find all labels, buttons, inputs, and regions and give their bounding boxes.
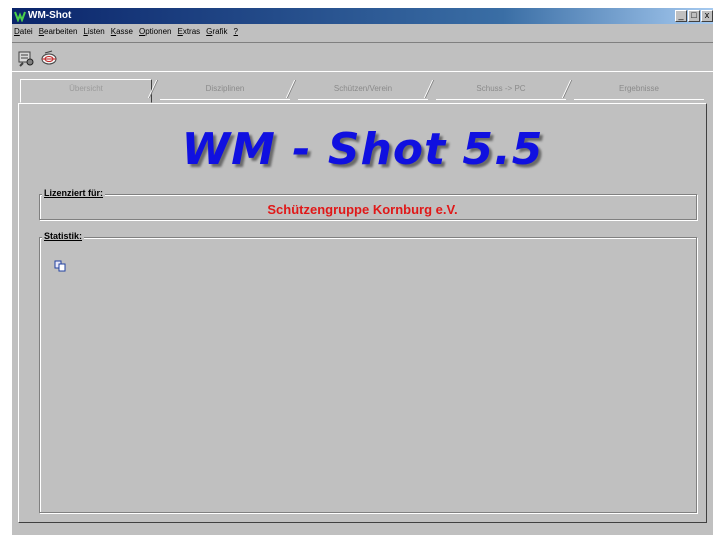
menu-extras[interactable]: Extras [177,24,200,39]
menu-datei[interactable]: Datei [14,24,33,39]
tab-schuetzen-verein[interactable]: Schützen/Verein [298,80,428,100]
menu-kasse[interactable]: Kasse [111,24,133,39]
menu-optionen[interactable]: Optionen [139,24,171,39]
tab-schuss-pc[interactable]: Schuss -> PC [436,80,566,100]
tab-uebersicht[interactable]: Übersicht [20,79,152,103]
menu-bar: Datei Bearbeiten Listen Kasse Optionen E… [12,24,713,39]
minimize-button[interactable]: _ [675,10,687,22]
app-logo-icon [14,11,26,22]
menu-bearbeiten[interactable]: Bearbeiten [39,24,78,39]
target-button[interactable] [39,48,59,68]
tool-settings-button[interactable] [16,48,36,68]
statistics-group [39,237,697,513]
target-icon [41,50,57,65]
licensee-name: Schützengruppe Kornburg e.V. [267,202,458,217]
copy-icon[interactable] [54,260,66,272]
app-title: WM - Shot 5.5 [181,124,544,175]
tool-settings-icon [18,51,34,67]
window-title: WM-Shot [28,10,72,21]
menu-help[interactable]: ? [234,24,238,39]
license-label: Lizenziert für: [42,188,106,198]
restore-button[interactable]: □ [688,10,700,22]
menu-listen[interactable]: Listen [83,24,104,39]
title-bar[interactable]: WM-Shot _ □ x [12,8,713,24]
tab-disziplinen[interactable]: Disziplinen [160,80,290,100]
toolbar [12,42,713,72]
tab-ergebnisse[interactable]: Ergebnisse [574,80,704,100]
app-window: WM-Shot _ □ x Datei Bearbeiten Listen Ka… [12,8,713,535]
tab-strip: Übersicht Disziplinen Schützen/Verein Sc… [18,79,708,103]
menu-grafik[interactable]: Grafik [206,24,227,39]
close-button[interactable]: x [701,10,713,22]
statistics-label: Statistik: [42,231,85,241]
